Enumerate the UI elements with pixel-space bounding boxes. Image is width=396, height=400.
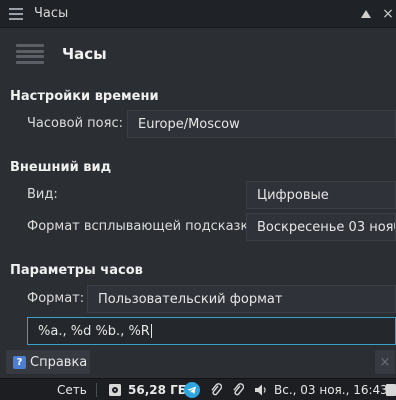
- roll-up-icon[interactable]: [356, 4, 376, 24]
- plugin-header: Часы: [0, 28, 396, 80]
- tooltip-format-value: Воскресенье 03 ноябр: [257, 219, 396, 235]
- plugin-title: Часы: [62, 45, 107, 63]
- window-titlebar[interactable]: Часы ×: [0, 0, 396, 28]
- format-value: Пользовательский формат: [98, 291, 283, 307]
- volume-icon[interactable]: [254, 379, 268, 400]
- taskbar: Сеть 56,28 ГБ Вс., 03 ноя., 16:43: [0, 378, 396, 400]
- tooltip-format-label: Формат всплывающей подсказки:: [27, 219, 262, 234]
- timezone-value: Europe/Moscow: [138, 116, 240, 132]
- telegram-icon[interactable]: [184, 379, 200, 400]
- clip-icon-2[interactable]: [232, 379, 244, 400]
- section-title-appearance: Внешний вид: [10, 160, 112, 175]
- section-title-time-settings: Настройки времени: [10, 89, 159, 104]
- hamburger-menu-icon: [16, 41, 44, 67]
- notifications-icon[interactable]: [386, 379, 396, 400]
- format-label: Формат:: [27, 291, 85, 306]
- tooltip-format-dropdown[interactable]: Воскресенье 03 ноябр: [246, 213, 396, 241]
- close-icon: ×: [379, 354, 391, 370]
- window-list-icon[interactable]: [6, 4, 26, 24]
- custom-format-input[interactable]: %a., %d %b., %R: [27, 317, 396, 345]
- disk-icon[interactable]: [108, 379, 122, 400]
- view-dropdown[interactable]: Цифровые: [246, 181, 396, 209]
- text-caret: [150, 324, 152, 338]
- taskbar-separator: [96, 383, 97, 397]
- help-icon: ?: [13, 355, 26, 369]
- close-icon[interactable]: ×: [378, 4, 396, 24]
- close-dialog-button[interactable]: ×: [374, 349, 396, 375]
- disk-free-space[interactable]: 56,28 ГБ: [128, 379, 187, 400]
- window-title: Часы: [34, 6, 69, 21]
- format-dropdown[interactable]: Пользовательский формат: [87, 285, 396, 313]
- section-title-clock-params: Параметры часов: [10, 263, 143, 278]
- custom-format-value: %a., %d %b., %R: [38, 323, 150, 339]
- timezone-label: Часовой пояс:: [27, 116, 123, 131]
- timezone-dropdown[interactable]: Europe/Moscow: [127, 110, 396, 138]
- help-button-label: Справка: [30, 354, 88, 370]
- view-label: Вид:: [27, 187, 58, 202]
- view-value: Цифровые: [257, 187, 329, 203]
- clip-icon[interactable]: [210, 379, 222, 400]
- help-button[interactable]: ? Справка: [5, 349, 91, 375]
- taskbar-clock[interactable]: Вс., 03 ноя., 16:43: [274, 379, 388, 400]
- network-label[interactable]: Сеть: [57, 379, 87, 400]
